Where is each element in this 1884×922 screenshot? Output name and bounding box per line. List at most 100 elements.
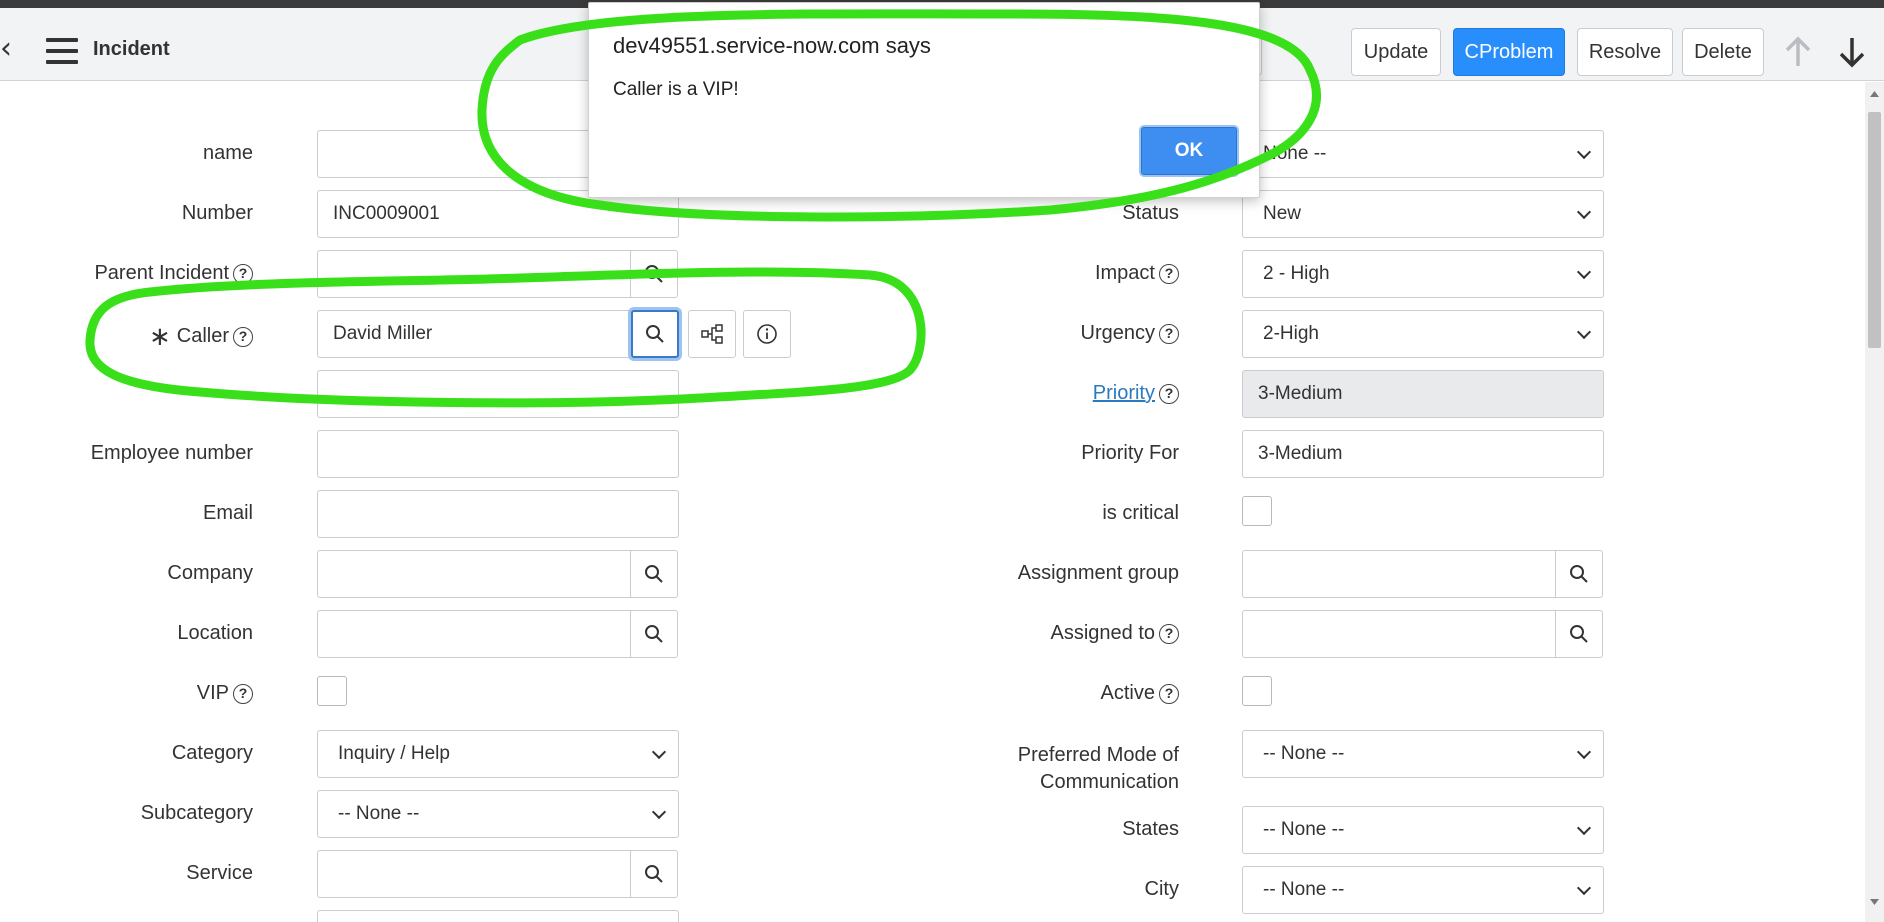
assigned-to-input[interactable] xyxy=(1242,610,1556,658)
active-checkbox[interactable] xyxy=(1242,676,1272,706)
impact-label: Impact? xyxy=(1095,262,1179,285)
priority-for-input[interactable]: 3-Medium xyxy=(1242,430,1604,478)
assigned-to-label: Assigned to? xyxy=(1050,622,1179,645)
location-input[interactable] xyxy=(317,610,631,658)
service-label: Service xyxy=(186,862,253,884)
mandatory-icon: ∗ xyxy=(148,322,171,352)
company-input[interactable] xyxy=(317,550,631,598)
impact-label-text: Impact xyxy=(1094,262,1155,284)
company-lookup-button[interactable] xyxy=(630,550,678,598)
caller-input[interactable]: David Miller xyxy=(317,310,631,358)
city-select[interactable]: -- None -- xyxy=(1242,866,1604,914)
next-field-input[interactable] xyxy=(317,910,679,922)
active-label: Active? xyxy=(1101,682,1179,705)
caller-hierarchy-button[interactable] xyxy=(688,310,736,358)
states-select[interactable]: -- None -- xyxy=(1242,806,1604,854)
caller-label: ∗ Caller? xyxy=(149,322,253,352)
help-icon[interactable]: ? xyxy=(1159,264,1179,284)
status-select[interactable]: New xyxy=(1242,190,1604,238)
urgency-select[interactable]: 2-High xyxy=(1242,310,1604,358)
delete-button[interactable]: Delete xyxy=(1682,28,1764,76)
email-input[interactable] xyxy=(317,490,679,538)
preferred-mode-label-line1: Preferred Mode of xyxy=(1017,744,1179,766)
priority-link[interactable]: Priority xyxy=(1093,382,1155,404)
location-label: Location xyxy=(177,622,253,644)
hamburger-menu-icon[interactable] xyxy=(46,38,78,64)
back-icon[interactable]: ‹ xyxy=(0,32,20,72)
parent-incident-lookup-button[interactable] xyxy=(630,250,678,298)
page-scrollbar[interactable] xyxy=(1865,82,1884,922)
cproblem-button[interactable]: CProblem xyxy=(1453,28,1565,76)
previous-record-icon[interactable] xyxy=(1776,30,1820,74)
employee-number-input[interactable] xyxy=(317,430,679,478)
active-label-text: Active xyxy=(1100,682,1155,704)
alert-ok-button[interactable]: OK xyxy=(1141,127,1237,175)
obscured-field-input[interactable] xyxy=(317,370,679,418)
help-icon[interactable]: ? xyxy=(1159,324,1179,344)
status-label: Status xyxy=(1122,202,1179,224)
urgency-label-text: Urgency xyxy=(1080,322,1155,344)
is-critical-label: is critical xyxy=(1102,502,1179,524)
scroll-up-icon[interactable] xyxy=(1869,90,1880,98)
urgency-label: Urgency? xyxy=(1081,322,1179,345)
page-title: Incident xyxy=(93,38,170,60)
top-right-select[interactable]: None -- xyxy=(1242,130,1604,178)
info-icon xyxy=(757,324,777,344)
employee-number-label: Employee number xyxy=(90,442,253,464)
location-lookup-button[interactable] xyxy=(630,610,678,658)
help-icon[interactable]: ? xyxy=(1159,624,1179,644)
service-input[interactable] xyxy=(317,850,631,898)
alert-dialog-title: dev49551.service-now.com says xyxy=(613,33,931,58)
preferred-mode-label: Preferred Mode of Communication xyxy=(1018,742,1179,796)
subcategory-select[interactable]: -- None -- xyxy=(317,790,679,838)
city-value: -- None -- xyxy=(1263,879,1345,900)
caller-info-button[interactable] xyxy=(743,310,791,358)
category-select[interactable]: Inquiry / Help xyxy=(317,730,679,778)
incident-form: name Number INC0009001 Parent Incident? … xyxy=(0,82,1865,922)
alert-dialog-message: Caller is a VIP! xyxy=(613,79,739,100)
vip-checkbox[interactable] xyxy=(317,676,347,706)
assigned-to-label-text: Assigned to xyxy=(1050,622,1155,644)
parent-incident-input[interactable] xyxy=(317,250,631,298)
preferred-mode-label-line2: Communication xyxy=(1040,771,1179,793)
impact-select[interactable]: 2 - High xyxy=(1242,250,1604,298)
vip-label-text: VIP xyxy=(196,682,229,704)
update-button[interactable]: Update xyxy=(1351,28,1441,76)
assignment-group-input[interactable] xyxy=(1242,550,1556,598)
status-value: New xyxy=(1263,203,1302,224)
caller-lookup-button[interactable] xyxy=(631,310,679,358)
help-icon[interactable]: ? xyxy=(1159,384,1179,404)
assignment-group-lookup-button[interactable] xyxy=(1555,550,1603,598)
priority-for-label: Priority For xyxy=(1081,442,1179,464)
preferred-mode-select[interactable]: -- None -- xyxy=(1242,730,1604,778)
search-icon xyxy=(646,325,664,343)
help-icon[interactable]: ? xyxy=(233,264,253,284)
company-label: Company xyxy=(167,562,253,584)
assigned-to-lookup-button[interactable] xyxy=(1555,610,1603,658)
help-icon[interactable]: ? xyxy=(233,327,253,347)
search-icon xyxy=(645,865,663,883)
help-icon[interactable]: ? xyxy=(1159,684,1179,704)
priority-readonly-field: 3-Medium xyxy=(1242,370,1604,418)
assignment-group-label: Assignment group xyxy=(1017,562,1179,584)
search-icon xyxy=(645,265,663,283)
resolve-button[interactable]: Resolve xyxy=(1577,28,1673,76)
vip-label: VIP? xyxy=(197,682,253,705)
search-icon xyxy=(1570,625,1588,643)
hierarchy-icon xyxy=(701,324,723,344)
parent-incident-label-text: Parent Incident xyxy=(94,262,229,284)
category-label: Category xyxy=(171,742,253,764)
scroll-down-icon[interactable] xyxy=(1869,898,1880,906)
name-label: name xyxy=(202,142,253,164)
impact-value: 2 - High xyxy=(1263,263,1330,284)
category-value: Inquiry / Help xyxy=(338,743,450,764)
scrollbar-thumb[interactable] xyxy=(1868,112,1881,348)
states-label: States xyxy=(1122,818,1179,840)
is-critical-checkbox[interactable] xyxy=(1242,496,1272,526)
search-icon xyxy=(1570,565,1588,583)
states-value: -- None -- xyxy=(1263,819,1345,840)
next-record-icon[interactable] xyxy=(1830,30,1874,74)
service-lookup-button[interactable] xyxy=(630,850,678,898)
subcategory-label: Subcategory xyxy=(140,802,253,824)
help-icon[interactable]: ? xyxy=(233,684,253,704)
